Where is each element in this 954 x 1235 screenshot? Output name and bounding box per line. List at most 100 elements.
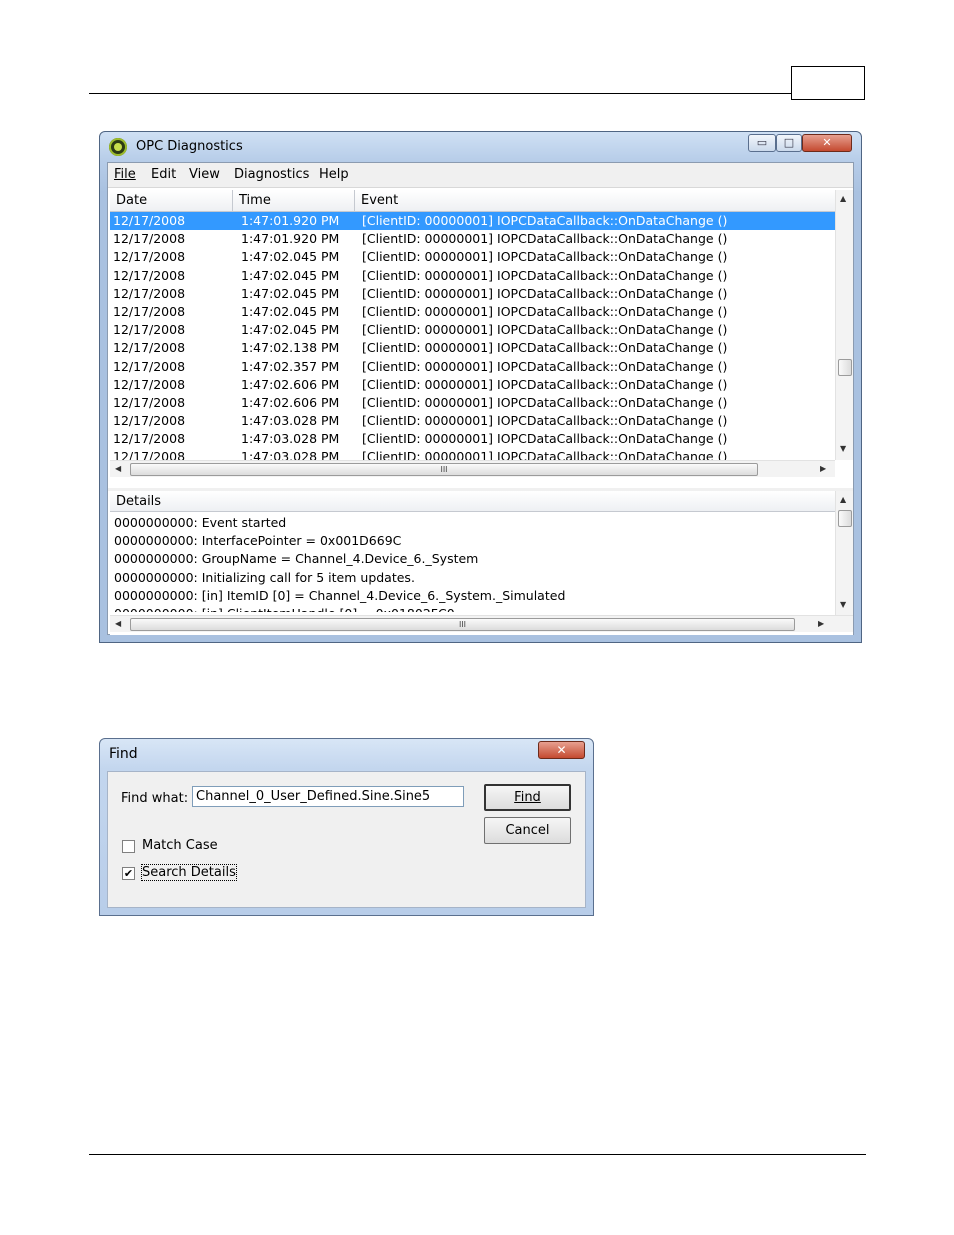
scroll-up-icon[interactable]: ▲ <box>840 194 846 203</box>
event-list-hscroll[interactable]: ◀ III ▶ <box>110 460 835 477</box>
find-button[interactable]: Find <box>484 784 571 811</box>
cell-time: 1:47:01.920 PM <box>241 231 340 247</box>
cell-event: [ClientID: 00000001] IOPCDataCallback::O… <box>362 431 728 447</box>
table-row[interactable]: 12/17/2008 1:47:02.606 PM [ClientID: 00000… <box>110 394 835 412</box>
scroll-up-icon[interactable]: ▲ <box>840 495 846 504</box>
find-close-button[interactable]: ✕ <box>538 741 585 759</box>
app-icon <box>109 138 127 156</box>
cell-date: 12/17/2008 <box>113 358 186 374</box>
details-line: 0000000000: Event started <box>114 515 287 530</box>
cell-time: 1:47:02.606 PM <box>241 394 340 410</box>
cell-event: [ClientID: 00000001] IOPCDataCallback::O… <box>362 358 728 374</box>
scroll-right-icon[interactable]: ▶ <box>820 464 826 473</box>
cell-event: [ClientID: 00000001] IOPCDataCallback::O… <box>362 449 728 460</box>
table-row[interactable]: 12/17/2008 1:47:02.606 PM [ClientID: 00000… <box>110 376 835 394</box>
cell-time: 1:47:03.028 PM <box>241 431 340 447</box>
event-list-hscroll-thumb[interactable]: III <box>130 463 758 476</box>
scroll-left-icon[interactable]: ◀ <box>115 619 121 628</box>
find-dialog-title: Find <box>109 746 138 762</box>
maximize-icon: □ <box>783 136 795 149</box>
minimize-button[interactable]: ▭ <box>748 134 776 152</box>
table-row[interactable]: 12/17/2008 1:47:02.045 PM [ClientID: 00000… <box>110 285 835 303</box>
menu-help[interactable]: Help <box>319 167 349 182</box>
cell-date: 12/17/2008 <box>113 413 186 429</box>
table-row[interactable]: 12/17/2008 1:47:01.920 PM [ClientID: 00000… <box>110 230 835 248</box>
match-case-label[interactable]: Match Case <box>142 838 218 853</box>
table-row[interactable]: 12/17/2008 1:47:02.357 PM [ClientID: 00000… <box>110 358 835 376</box>
table-row[interactable]: 12/17/2008 1:47:03.028 PM [ClientID: 00000… <box>110 448 835 460</box>
table-row[interactable]: 12/17/2008 1:47:02.045 PM [ClientID: 00000… <box>110 303 835 321</box>
details-line: 0000000000: GroupName = Channel_4.Device… <box>114 551 479 567</box>
page-header-rule <box>89 93 791 94</box>
cell-event: [ClientID: 00000001] IOPCDataCallback::O… <box>362 213 728 228</box>
match-case-checkbox[interactable] <box>122 840 135 853</box>
cell-event: [ClientID: 00000001] IOPCDataCallback::O… <box>362 340 728 356</box>
cell-date: 12/17/2008 <box>113 394 186 410</box>
cell-time: 1:47:03.028 PM <box>241 413 340 429</box>
details-vscroll-thumb[interactable] <box>838 510 852 527</box>
details-header: Details <box>110 491 835 512</box>
cell-event: [ClientID: 00000001] IOPCDataCallback::O… <box>362 249 728 265</box>
table-row[interactable]: 12/17/2008 1:47:02.138 PM [ClientID: 00000… <box>110 339 835 357</box>
menu-file-label: File <box>114 167 136 182</box>
cell-time: 1:47:02.606 PM <box>241 376 340 392</box>
cancel-button[interactable]: Cancel <box>484 817 571 844</box>
cell-time: 1:47:02.045 PM <box>241 249 340 265</box>
details-hscroll-thumb[interactable]: III <box>130 618 795 631</box>
event-list-vscroll[interactable]: ▲ ▼ <box>835 190 853 460</box>
menu-edit-label: Edit <box>151 167 177 182</box>
table-row[interactable]: 12/17/2008 1:47:03.028 PM [ClientID: 00000… <box>110 412 835 430</box>
find-dialog-client: Find what: Find Cancel Match Case ✔ Sear… <box>107 771 586 908</box>
cell-time: 1:47:03.028 PM <box>241 449 340 460</box>
event-list[interactable]: Date Time Event 12/17/2008 1:47:01.920 PM… <box>110 190 853 486</box>
cell-event: [ClientID: 00000001] IOPCDataCallback::O… <box>362 231 728 247</box>
search-details-label[interactable]: Search Details <box>141 864 237 881</box>
column-header-event[interactable]: Event <box>355 190 835 211</box>
menu-file[interactable]: File <box>114 167 136 182</box>
window-client-area: File Edit View Diagnostics Help Date Tim… <box>107 162 854 635</box>
table-row[interactable]: 12/17/2008 1:47:02.045 PM [ClientID: 00000… <box>110 321 835 339</box>
event-list-vscroll-thumb[interactable] <box>838 359 852 376</box>
find-button-label: Find <box>514 790 541 805</box>
event-rows: 12/17/2008 1:47:01.920 PM [ClientID: 00000… <box>110 212 835 460</box>
column-header-date[interactable]: Date <box>110 190 233 211</box>
search-details-checkbox[interactable]: ✔ <box>122 867 135 880</box>
cell-event: [ClientID: 00000001] IOPCDataCallback::O… <box>362 394 728 410</box>
cell-time: 1:47:02.357 PM <box>241 358 340 374</box>
cell-date: 12/17/2008 <box>113 285 186 301</box>
cell-date: 12/17/2008 <box>113 213 186 228</box>
scroll-down-icon[interactable]: ▼ <box>840 600 846 609</box>
title-bar[interactable]: OPC Diagnostics ▭ □ ✕ <box>100 132 861 162</box>
details-line: 0000000000: Initializing call for 5 item… <box>114 569 415 585</box>
details-hscroll[interactable]: ◀ III ▶ <box>110 615 853 632</box>
cell-time: 1:47:02.045 PM <box>241 267 340 283</box>
scroll-left-icon[interactable]: ◀ <box>115 464 121 473</box>
details-line: 0000000000: InterfacePointer = 0x001D669… <box>114 533 402 549</box>
menu-diagnostics[interactable]: Diagnostics <box>234 167 309 182</box>
find-what-label: Find what: <box>121 791 189 806</box>
opc-diagnostics-window: OPC Diagnostics ▭ □ ✕ File Edit View Dia… <box>99 131 862 643</box>
find-what-input[interactable] <box>192 786 464 807</box>
cell-date: 12/17/2008 <box>113 322 186 338</box>
scroll-right-icon[interactable]: ▶ <box>818 619 824 628</box>
checkbox-icon: ✔ <box>123 867 134 880</box>
cell-date: 12/17/2008 <box>113 449 186 460</box>
details-pane[interactable]: Details 0000000000: Event started 0000000… <box>110 491 853 635</box>
maximize-button[interactable]: □ <box>776 134 802 152</box>
cell-date: 12/17/2008 <box>113 231 186 247</box>
table-row[interactable]: 12/17/2008 1:47:01.920 PM [ClientID: 00000… <box>110 212 835 231</box>
cell-event: [ClientID: 00000001] IOPCDataCallback::O… <box>362 285 728 301</box>
column-header-time[interactable]: Time <box>233 190 355 211</box>
close-icon: ✕ <box>822 136 832 149</box>
menu-view[interactable]: View <box>189 167 220 182</box>
table-row[interactable]: 12/17/2008 1:47:03.028 PM [ClientID: 00000… <box>110 430 835 448</box>
table-row[interactable]: 12/17/2008 1:47:02.045 PM [ClientID: 00000… <box>110 267 835 285</box>
details-vscroll[interactable]: ▲ ▼ <box>835 491 853 615</box>
table-row[interactable]: 12/17/2008 1:47:02.045 PM [ClientID: 00000… <box>110 248 835 266</box>
close-button[interactable]: ✕ <box>802 134 852 152</box>
scroll-down-icon[interactable]: ▼ <box>840 444 846 453</box>
menu-edit[interactable]: Edit <box>151 167 176 182</box>
page-number-box <box>791 66 865 100</box>
cell-date: 12/17/2008 <box>113 340 186 356</box>
cell-date: 12/17/2008 <box>113 303 186 319</box>
